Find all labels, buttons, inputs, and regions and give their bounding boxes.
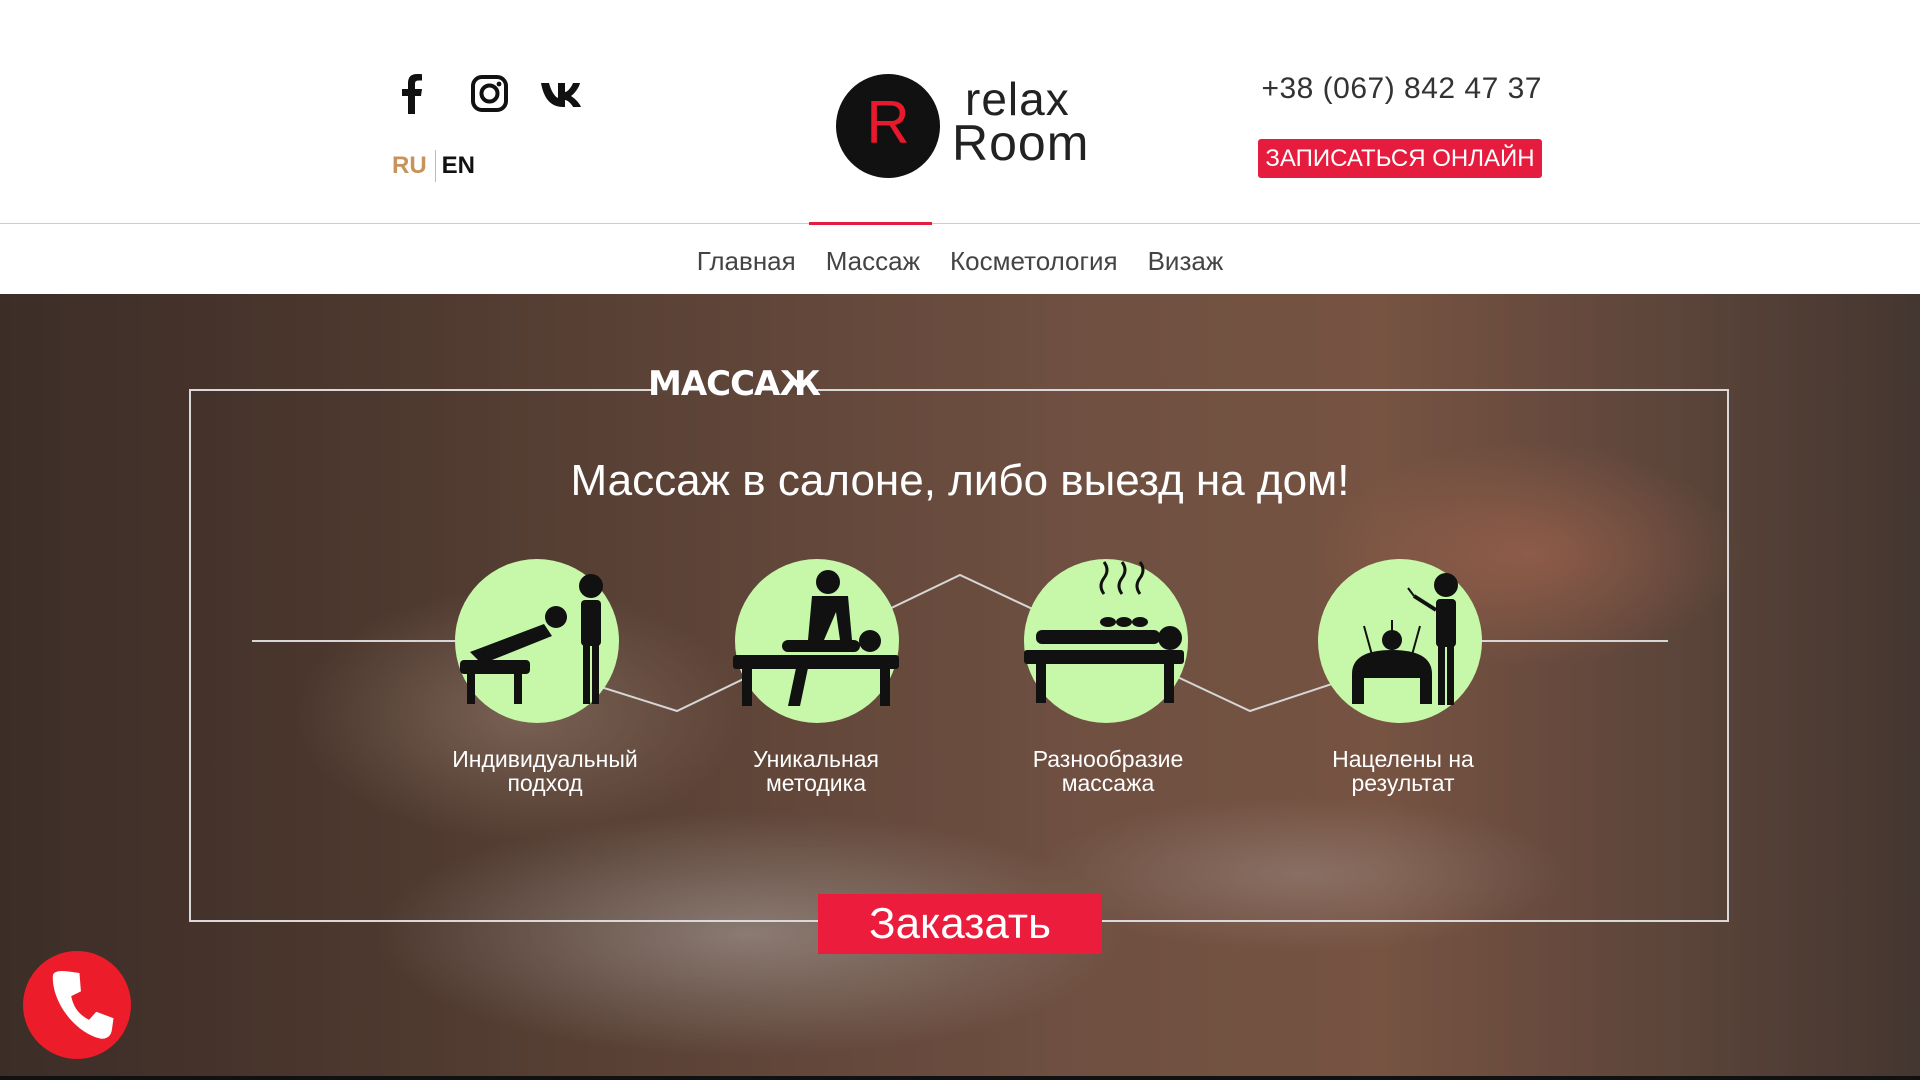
section-title: МАССАЖ: [648, 364, 821, 404]
nav-item-home[interactable]: Главная: [697, 246, 796, 277]
hero-subtitle: Массаж в салоне, либо выезд на дом!: [570, 456, 1350, 505]
logo-letter: R: [866, 89, 910, 156]
instagram-icon[interactable]: [450, 70, 522, 118]
lang-ru[interactable]: RU: [392, 152, 427, 180]
relax-room-logo[interactable]: R relax Room: [836, 72, 1096, 182]
lang-en[interactable]: EN: [442, 152, 475, 180]
nav-item-cosmetology[interactable]: Косметология: [950, 246, 1118, 277]
nav-active-indicator: [809, 222, 932, 225]
feature-label: Уникальная методика: [753, 746, 879, 796]
facebook-icon[interactable]: [378, 70, 450, 118]
feature-label: Нацелены на результат: [1332, 746, 1474, 796]
social-links: [378, 70, 594, 118]
nav-item-makeup[interactable]: Визаж: [1148, 246, 1224, 277]
feature-label: Разнообразие массажа: [1032, 746, 1184, 796]
site-header: RU EN R relax Room +38 (067) 842 47 37 З…: [0, 0, 1920, 224]
lang-separator: [434, 150, 436, 182]
phone-number[interactable]: +38 (067) 842 47 37: [1261, 72, 1542, 106]
call-button[interactable]: [23, 951, 131, 1059]
phone-icon: [52, 970, 114, 1039]
language-switcher: RU EN: [392, 150, 475, 182]
logo-word-room: Room: [952, 115, 1090, 171]
signup-online-button[interactable]: ЗАПИСАТЬСЯ ОНЛАЙН: [1258, 139, 1542, 178]
feature-label: Индивидуальный подход: [452, 746, 638, 796]
nav-item-massage[interactable]: Массаж: [826, 246, 920, 277]
vk-icon[interactable]: [522, 70, 594, 118]
main-nav: Главная Массаж Косметология Визаж: [0, 222, 1920, 294]
order-button[interactable]: Заказать: [818, 894, 1102, 954]
logo-circle: R: [836, 74, 940, 178]
